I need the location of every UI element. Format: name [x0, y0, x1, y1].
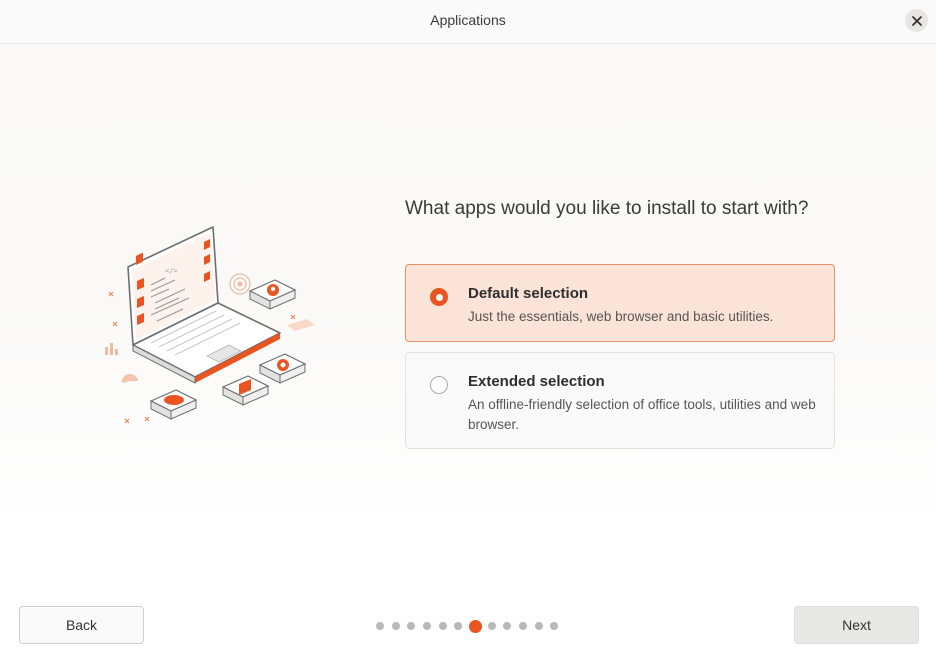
installer-window: Applications </> What apps would you lik… [0, 0, 936, 662]
close-icon [911, 15, 922, 26]
window-title: Applications [430, 12, 506, 28]
pager-dot [391, 622, 400, 630]
default-selection-title: Default selection [468, 285, 589, 302]
default-selection-description: Just the essentials, web browser and bas… [468, 309, 774, 324]
pager-dot [550, 622, 559, 630]
titlebar: Applications [0, 0, 936, 44]
page-indicator [376, 619, 566, 633]
pager-dot [454, 622, 463, 630]
pager-dot [534, 622, 543, 630]
pager-dot-current [469, 619, 483, 633]
app-cube-settings [258, 353, 307, 384]
default-selection-radio[interactable] [430, 288, 448, 306]
app-cube-shopping [221, 375, 270, 406]
back-button[interactable]: Back [19, 606, 144, 644]
pager-dot [519, 622, 527, 630]
pager-dot [407, 622, 416, 630]
page-question: What apps would you like to install to s… [405, 198, 809, 219]
close-button[interactable] [905, 9, 928, 32]
pager-dot [376, 622, 384, 630]
default-selection-option[interactable]: Default selection Just the essentials, w… [405, 264, 835, 342]
pager-dot [438, 622, 447, 630]
extended-selection-radio[interactable] [430, 376, 448, 394]
pager-dot [503, 622, 512, 630]
laptop-apps-illustration: </> [105, 226, 315, 424]
app-cube-location [248, 279, 297, 310]
pager-dot [423, 622, 432, 630]
next-button[interactable]: Next [794, 606, 919, 644]
extended-selection-description: An offline-friendly selection of office … [468, 397, 816, 432]
extended-selection-title: Extended selection [468, 373, 605, 390]
svg-text:</>: </> [165, 267, 178, 275]
extended-selection-option[interactable]: Extended selection An offline-friendly s… [405, 352, 835, 449]
pager-dot [487, 622, 496, 630]
app-cube-gamepad [149, 389, 198, 420]
